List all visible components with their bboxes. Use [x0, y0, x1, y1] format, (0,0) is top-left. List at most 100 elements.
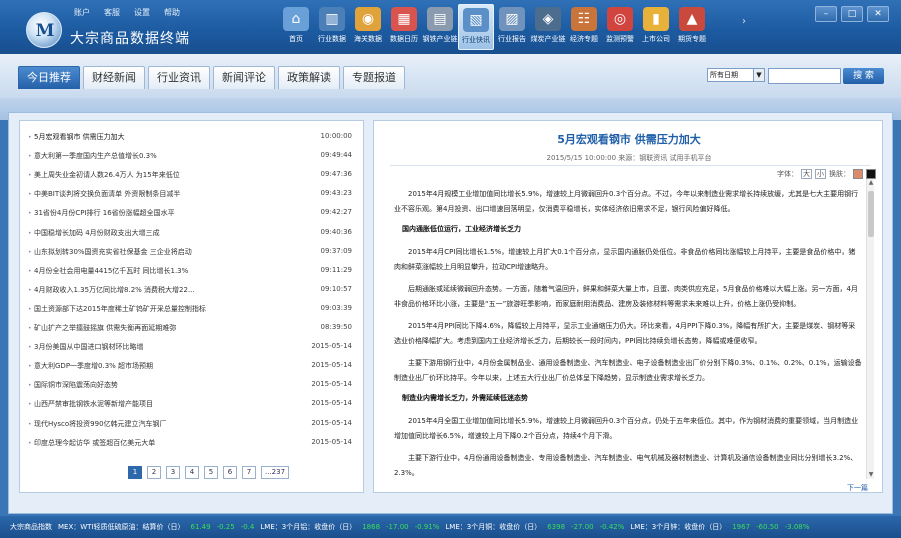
- page-button[interactable]: ...237: [261, 466, 290, 479]
- ticker-item: -0.42%: [599, 523, 625, 531]
- tab-special-report[interactable]: 专题报道: [343, 66, 405, 89]
- app-window: M 大宗商品数据终端 账户 客服 设置 帮助 ⌂ 首页 ▥ 行业数据 ◉ 海关数据 ▦ 数据日…: [0, 0, 901, 538]
- news-item[interactable]: • 意大利第一季度国内生产总值增长0.3% 09:49:44: [28, 148, 358, 165]
- toolbar-item-report[interactable]: ▨ 行业报告: [494, 4, 530, 50]
- page-button[interactable]: 2: [147, 466, 161, 479]
- news-item[interactable]: • 5月宏观看钢市 供需压力加大 10:00:00: [28, 129, 358, 146]
- bullet-icon: •: [28, 439, 32, 447]
- article-paragraph: 2015年4月CPI同比增长1.5%，增速较上月扩大0.1个百分点，显示国内通胀…: [394, 248, 856, 271]
- chevron-right-icon[interactable]: ›: [742, 16, 746, 27]
- news-item[interactable]: • 31省份4月份CPI排行 16省份涨幅超全国水平 09:42:27: [28, 205, 358, 222]
- page-button[interactable]: 6: [223, 466, 237, 479]
- news-time: 08:39:50: [320, 323, 352, 331]
- page-button[interactable]: 7: [242, 466, 256, 479]
- bullet-icon: •: [28, 363, 32, 371]
- news-item[interactable]: • 中国稳增长加码 4月份财政支出大增三成 09:40:36: [28, 225, 358, 242]
- news-item[interactable]: • 3月份美国从中国进口钢材环比略增 2015-05-14: [28, 339, 358, 356]
- news-title: 3月份美国从中国进口钢材环比略增: [34, 343, 144, 352]
- news-item[interactable]: • 山西严禁审批钢铁水泥等新增产能项目 2015-05-14: [28, 396, 358, 413]
- page-button[interactable]: 1: [128, 466, 142, 479]
- menu-account[interactable]: 账户: [74, 7, 90, 18]
- toolbar-item-economy-topic[interactable]: ☷ 经济专题: [566, 4, 602, 50]
- scroll-thumb[interactable]: [868, 191, 874, 237]
- news-item[interactable]: • 矿山扩产之举擂鼓摇旗 供需失衡再面延期难弥 08:39:50: [28, 320, 358, 337]
- toolbar-item-home[interactable]: ⌂ 首页: [278, 4, 314, 50]
- bullet-icon: •: [28, 172, 32, 180]
- industry-data-icon: ▥: [319, 7, 345, 31]
- news-time: 2015-05-14: [311, 380, 352, 389]
- toolbar-item-industry-data[interactable]: ▥ 行业数据: [314, 4, 350, 50]
- news-item[interactable]: • 现代Hysco将投资990亿韩元建立汽车钢厂 2015-05-14: [28, 416, 358, 433]
- news-title: 山西严禁审批钢铁水泥等新增产能项目: [34, 400, 153, 409]
- search-input[interactable]: [768, 68, 841, 84]
- news-item[interactable]: • 4月财政收入1.35万亿同比增8.2% 消费税大增22... 09:10:57: [28, 282, 358, 299]
- news-time: 2015-05-14: [311, 418, 352, 427]
- date-select[interactable]: 所有日期 ▼: [707, 68, 765, 82]
- date-select-value: 所有日期: [710, 71, 738, 79]
- customs-data-icon: ◉: [355, 7, 381, 31]
- news-title: 印度总理今起访华 或签超百亿美元大单: [34, 438, 156, 447]
- news-item[interactable]: • 美上周失业金初请人数26.4万人 为15年来低位 09:47:36: [28, 167, 358, 184]
- news-item[interactable]: • 意大利GDP一季度增0.3% 超市场预期 2015-05-14: [28, 358, 358, 375]
- toolbar-item-calendar[interactable]: ▦ 数据日历: [386, 4, 422, 50]
- toolbar-item-label: 海关数据: [354, 35, 382, 43]
- news-item[interactable]: • 中美BIT谈判将交换负面清单 外资限制条目减半 09:43:23: [28, 186, 358, 203]
- header: M 大宗商品数据终端 账户 客服 设置 帮助 ⌂ 首页 ▥ 行业数据 ◉ 海关数据 ▦ 数据日…: [0, 0, 901, 54]
- news-item[interactable]: • 印度总理今起访华 或签超百亿美元大单 2015-05-14: [28, 435, 358, 452]
- minimize-button[interactable]: –: [815, 6, 837, 22]
- skin-swatch-dark[interactable]: [866, 169, 876, 179]
- ticker-item: LME：3个月铝：收盘价（日）: [260, 523, 357, 531]
- toolbar-item-newsflash[interactable]: ▧ 行业快讯: [458, 4, 494, 50]
- tab-today[interactable]: 今日推荐: [18, 66, 80, 89]
- bullet-icon: •: [28, 382, 32, 390]
- news-item[interactable]: • 国际铜市深陷震荡向好态势 2015-05-14: [28, 377, 358, 394]
- toolbar-item-steel-chain[interactable]: ▤ 钢铁产业链: [422, 4, 458, 50]
- menu-service[interactable]: 客服: [104, 7, 120, 18]
- search-button[interactable]: 搜 索: [843, 68, 884, 84]
- toolbar-item-listed-company[interactable]: ▮ 上市公司: [638, 4, 674, 50]
- news-time: 09:43:23: [320, 189, 352, 198]
- ticker-item: MEX：WTI轻质低硫原油：结算价（日）: [58, 523, 185, 531]
- page-button[interactable]: 4: [185, 466, 199, 479]
- toolbar-item-monitor-warning[interactable]: ◎ 监测预警: [602, 4, 638, 50]
- article-subheading: 国内通胀低位运行，工业经济增长乏力: [402, 225, 521, 233]
- news-item[interactable]: • 4月份全社会用电量4415亿千瓦时 同比增长1.3% 09:11:29: [28, 263, 358, 280]
- page-button[interactable]: 5: [204, 466, 218, 479]
- news-title: 山东拟划转30%国资充实省社保基金 三企业将启动: [34, 247, 192, 256]
- news-item[interactable]: • 国土资源部下达2015年度稀土矿钨矿开采总量控制指标 09:03:39: [28, 301, 358, 318]
- news-time: 09:37:09: [320, 246, 352, 255]
- bullet-icon: •: [28, 305, 32, 313]
- toolbar-item-customs-data[interactable]: ◉ 海关数据: [350, 4, 386, 50]
- scroll-up-icon[interactable]: ▲: [867, 179, 875, 187]
- font-tools: 字体： 大 小 换肤：: [777, 169, 876, 179]
- bullet-icon: •: [28, 248, 32, 256]
- skin-swatch-light[interactable]: [853, 169, 863, 179]
- bullet-icon: •: [28, 229, 32, 237]
- toolbar-item-label: 监测预警: [606, 35, 634, 43]
- toolbar-item-futures-topic[interactable]: ▲ 期货专题: [674, 4, 710, 50]
- article-scrollbar[interactable]: ▲ ▼: [866, 179, 874, 479]
- calendar-icon: ▦: [391, 7, 417, 31]
- menu-settings[interactable]: 设置: [134, 7, 150, 18]
- skin-label: 换肤：: [829, 170, 850, 178]
- tab-finance-news[interactable]: 财经新闻: [83, 66, 145, 89]
- page-button[interactable]: 3: [166, 466, 180, 479]
- maximize-button[interactable]: □: [841, 6, 863, 22]
- article-paragraph: 2015年4月全国工业增加值同比增长5.9%，增速较上月微弱回升0.3个百分点，…: [394, 417, 859, 440]
- tab-industry-info[interactable]: 行业资讯: [148, 66, 210, 89]
- tab-strip: 今日推荐 财经新闻 行业资讯 新闻评论 政策解读 专题报道: [0, 54, 901, 98]
- tab-news-comment[interactable]: 新闻评论: [213, 66, 275, 89]
- scroll-down-icon[interactable]: ▼: [867, 471, 875, 479]
- font-large-button[interactable]: 大: [801, 169, 812, 179]
- news-item[interactable]: • 山东拟划转30%国资充实省社保基金 三企业将启动 09:37:09: [28, 244, 358, 261]
- next-article-link[interactable]: 下一篇: [847, 483, 868, 493]
- tab-policy[interactable]: 政策解读: [278, 66, 340, 89]
- ticker-item: -0.25: [216, 523, 235, 531]
- font-small-button[interactable]: 小: [815, 169, 826, 179]
- menu-help[interactable]: 帮助: [164, 7, 180, 18]
- toolbar-item-coal-chain[interactable]: ◈ 煤炭产业链: [530, 4, 566, 50]
- ticker-item: 大宗商品指数: [10, 523, 52, 531]
- close-button[interactable]: ✕: [867, 6, 889, 22]
- bullet-icon: •: [28, 267, 32, 275]
- bullet-icon: •: [28, 344, 32, 352]
